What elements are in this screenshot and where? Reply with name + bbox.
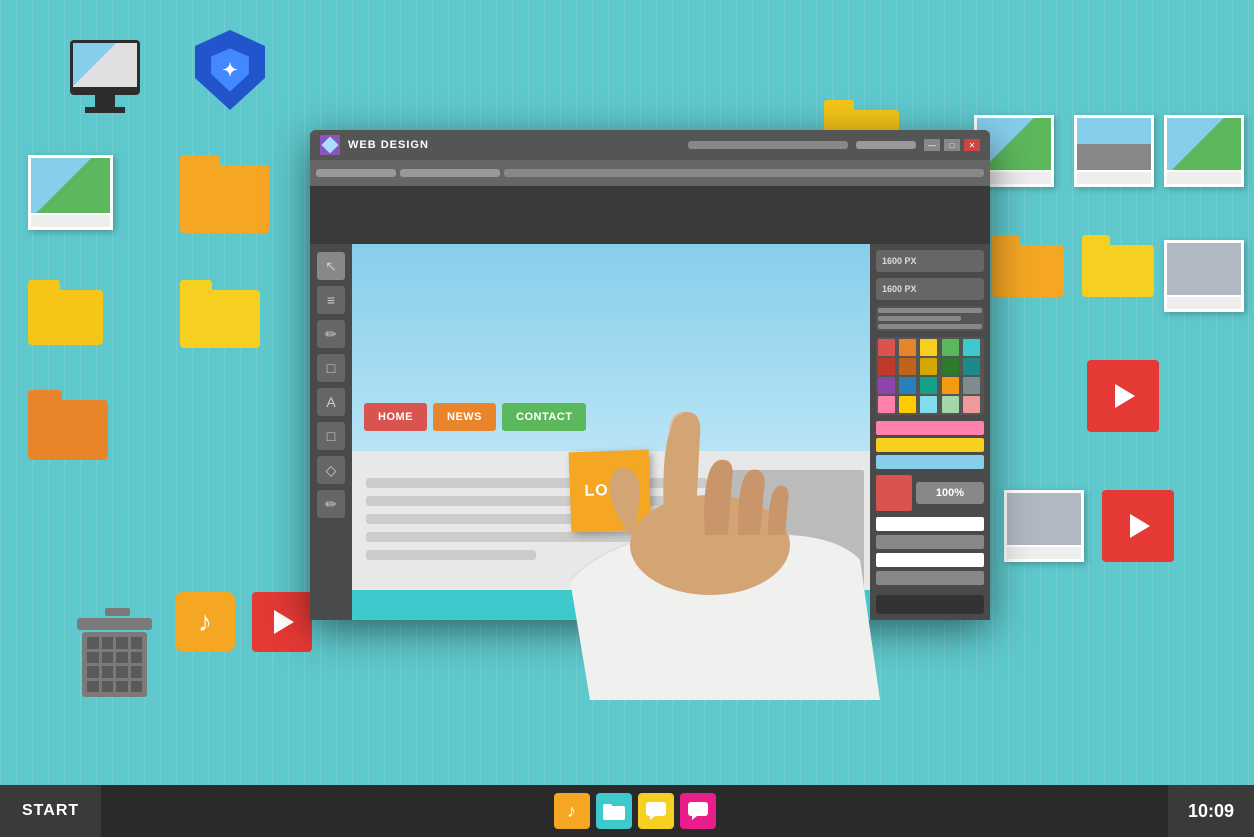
list-tool[interactable]: ≡ (317, 286, 345, 314)
right-folder-2 (992, 235, 1064, 297)
music-media-icon: ♪ (175, 592, 235, 652)
taskbar-icons: ♪ (101, 793, 1168, 829)
content-area (358, 470, 715, 568)
right-photo-3 (1164, 115, 1244, 187)
window-title: WEB DESIGN (348, 139, 680, 151)
zoom-control[interactable]: 100% (916, 482, 984, 504)
taskbar-message-icon[interactable] (680, 793, 716, 829)
right-panel: 1600 PX 1600 PX (870, 244, 990, 620)
trash-icon (82, 608, 152, 697)
right-photo-4 (1164, 240, 1244, 312)
shape-tool[interactable]: □ (317, 422, 345, 450)
prop-bar-4 (876, 571, 984, 585)
width-value: 1600 PX (882, 256, 917, 266)
content-line-4 (366, 532, 707, 542)
select-tool[interactable]: ↖ (317, 252, 345, 280)
prop-bar-1 (876, 517, 984, 531)
system-clock: 10:09 (1168, 785, 1254, 837)
color-palette[interactable] (876, 337, 984, 415)
minimize-button[interactable]: — (924, 139, 940, 151)
home-nav-btn[interactable]: HOME (364, 403, 427, 431)
pencil-tool[interactable]: ✏ (317, 320, 345, 348)
shield-icon: ✦ (195, 30, 265, 110)
right-photo-2 (1074, 115, 1154, 187)
diamond-tool[interactable]: ◇ (317, 456, 345, 484)
monitor-icon (60, 40, 150, 130)
content-line-3 (366, 514, 604, 524)
canvas-area: HOME NEWS CONTACT LOGO (352, 244, 870, 620)
width-field[interactable]: 1600 PX (876, 250, 984, 272)
zoom-value: 100% (936, 487, 964, 499)
right-play-1 (1087, 360, 1159, 432)
brush-tool[interactable]: ✏ (317, 490, 345, 518)
left-folder-large-yellow (180, 155, 270, 233)
left-folder-medium-2 (180, 280, 260, 348)
logo-note: LOGO (568, 449, 651, 532)
left-photo-1 (28, 155, 113, 230)
window-titlebar: WEB DESIGN — □ ✕ (310, 130, 990, 160)
prop-bar-2 (876, 535, 984, 549)
right-folder-3 (1082, 235, 1154, 297)
start-button[interactable]: START (0, 785, 101, 837)
taskbar-folder-icon[interactable] (596, 793, 632, 829)
taskbar-music-icon[interactable]: ♪ (554, 793, 590, 829)
canvas-bottom-strip (352, 590, 870, 620)
window-controls[interactable]: — □ ✕ (924, 139, 980, 151)
nav-bar: HOME NEWS CONTACT (358, 397, 864, 437)
design-app-window: WEB DESIGN — □ ✕ ↖ ≡ ✏ □ A □ ◇ ✏ (310, 130, 990, 620)
logo-text: LOGO (584, 481, 636, 501)
right-photo-6 (1004, 490, 1084, 562)
play-media-icon-left (252, 592, 312, 652)
maximize-button[interactable]: □ (944, 139, 960, 151)
content-line-5 (366, 550, 536, 560)
property-bars (876, 517, 984, 585)
contact-nav-btn[interactable]: CONTACT (502, 403, 586, 431)
note-strips (876, 421, 984, 469)
prop-bar-3 (876, 553, 984, 567)
news-nav-btn[interactable]: NEWS (433, 403, 496, 431)
content-line-1 (366, 478, 707, 488)
left-folder-medium-yellow (28, 280, 103, 345)
taskbar-chat-icon[interactable] (638, 793, 674, 829)
taskbar: START ♪ 10:09 (0, 785, 1254, 837)
content-line-2 (366, 496, 707, 506)
height-field[interactable]: 1600 PX (876, 278, 984, 300)
rect-tool[interactable]: □ (317, 354, 345, 382)
height-value: 1600 PX (882, 284, 917, 294)
tool-panel: ↖ ≡ ✏ □ A □ ◇ ✏ (310, 244, 352, 620)
left-folder-orange (28, 390, 108, 460)
text-tool[interactable]: A (317, 388, 345, 416)
right-play-2 (1102, 490, 1174, 562)
close-button[interactable]: ✕ (964, 139, 980, 151)
